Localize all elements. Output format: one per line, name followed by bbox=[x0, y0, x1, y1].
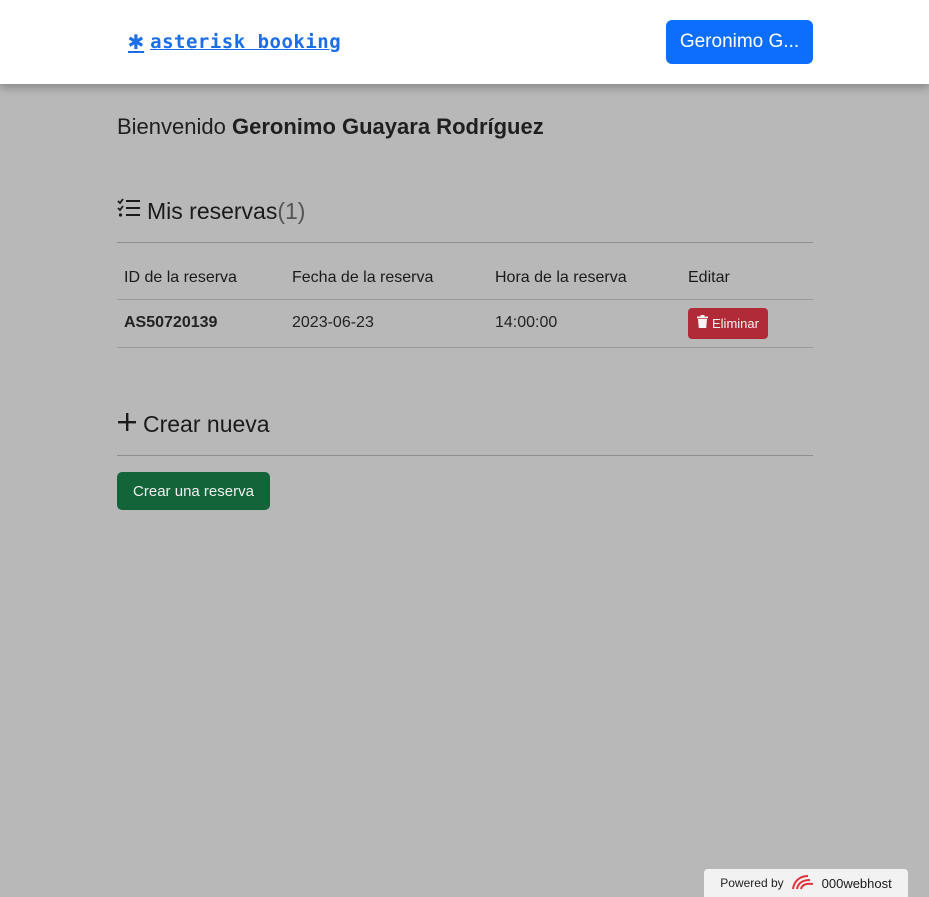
webhost-name: 000webhost bbox=[821, 875, 892, 891]
reservation-actions: Eliminar bbox=[681, 299, 813, 348]
reservations-heading: Mis reservas(1) bbox=[117, 197, 305, 225]
column-header: Editar bbox=[681, 257, 813, 300]
reservation-time: 14:00:00 bbox=[488, 299, 681, 348]
welcome-greeting: Bienvenido bbox=[117, 114, 226, 139]
powered-by-badge[interactable]: Powered by 000webhost bbox=[704, 869, 908, 897]
plus-icon bbox=[117, 411, 137, 438]
powered-by-label: Powered by bbox=[720, 876, 784, 890]
divider bbox=[117, 242, 813, 243]
delete-label: Eliminar bbox=[712, 315, 759, 331]
welcome-message: Bienvenido Geronimo Guayara Rodríguez bbox=[117, 114, 544, 140]
trash-icon bbox=[697, 315, 708, 331]
column-header: Fecha de la reserva bbox=[285, 257, 488, 300]
create-reservation-button[interactable]: Crear una reserva bbox=[117, 472, 270, 510]
reservations-title: Mis reservas bbox=[147, 197, 278, 224]
asterisk-icon: ✱ bbox=[128, 26, 145, 56]
create-heading: Crear nueva bbox=[117, 411, 270, 438]
top-navbar: ✱ asterisk booking Geronimo G... bbox=[0, 0, 929, 84]
reservations-count: (1) bbox=[277, 197, 306, 224]
reservations-table: ID de la reserva Fecha de la reserva Hor… bbox=[117, 257, 813, 348]
column-header: ID de la reserva bbox=[117, 257, 285, 300]
welcome-user-name: Geronimo Guayara Rodríguez bbox=[232, 114, 544, 139]
checklist-icon bbox=[117, 197, 141, 225]
table-row: AS50720139 2023-06-23 14:00:00 Eliminar bbox=[117, 299, 813, 348]
table-header-row: ID de la reserva Fecha de la reserva Hor… bbox=[117, 257, 813, 300]
column-header: Hora de la reserva bbox=[488, 257, 681, 300]
reservation-date: 2023-06-23 bbox=[285, 299, 488, 348]
brand-text: asterisk booking bbox=[150, 31, 342, 53]
create-title: Crear nueva bbox=[143, 411, 270, 437]
webhost-logo-icon bbox=[790, 873, 816, 894]
brand-link[interactable]: ✱ asterisk booking bbox=[128, 26, 342, 56]
user-menu-button[interactable]: Geronimo G... bbox=[666, 20, 813, 64]
divider bbox=[117, 455, 813, 456]
delete-button[interactable]: Eliminar bbox=[688, 307, 768, 339]
reservation-id: AS50720139 bbox=[117, 299, 285, 348]
